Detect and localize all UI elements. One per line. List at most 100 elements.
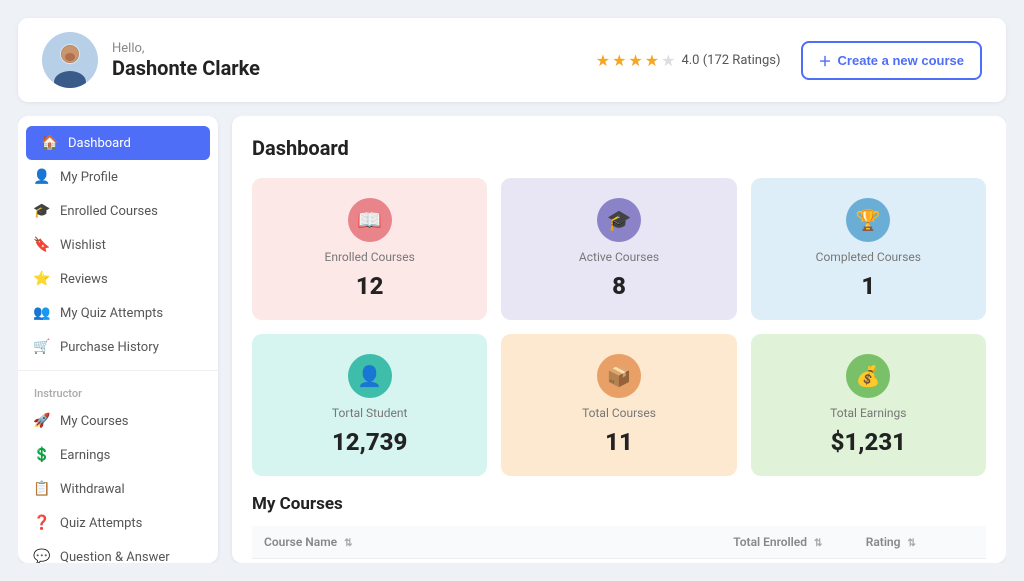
stats-grid: 📖 Enrolled Courses 12 🎓 Active Courses 8… — [252, 178, 986, 476]
sidebar-label-instructor-quiz: Quiz Attempts — [60, 516, 142, 531]
enrolled-icon: 🎓 — [34, 203, 50, 219]
greeting-hello: Hello, — [112, 41, 260, 56]
create-course-button[interactable]: ＋ Create a new course — [801, 41, 982, 80]
plus-icon: ＋ — [819, 51, 832, 70]
sidebar-label-wishlist: Wishlist — [60, 238, 106, 253]
students-stat-value: 12,739 — [332, 428, 407, 456]
header-greeting: Hello, Dashonte Clarke — [112, 41, 260, 80]
sidebar-divider-1 — [18, 370, 218, 371]
rating-text: 4.0 (172 Ratings) — [681, 53, 780, 68]
col-course-name-label: Course Name — [264, 535, 337, 549]
students-stat-label: Tortal Student — [332, 406, 407, 420]
content-panel: Dashboard 📖 Enrolled Courses 12 🎓 Active… — [232, 116, 1006, 563]
rating-stars: ★ ★ ★ ★ ★ — [596, 51, 676, 70]
sidebar-label-my-courses: My Courses — [60, 414, 129, 429]
stat-total-students: 👤 Tortal Student 12,739 — [252, 334, 487, 476]
earnings-stat-label: Total Earnings — [830, 406, 906, 420]
avatar — [42, 32, 98, 88]
header: Hello, Dashonte Clarke ★ ★ ★ ★ ★ 4.0 (17… — [18, 18, 1006, 102]
sort-icon-course-name[interactable]: ⇅ — [344, 538, 352, 549]
students-stat-icon: 👤 — [348, 354, 392, 398]
col-rating-label: Rating — [866, 535, 901, 549]
withdrawal-icon: 📋 — [34, 481, 50, 497]
sidebar-item-wishlist[interactable]: 🔖 Wishlist — [18, 228, 218, 262]
sidebar: 🏠 Dashboard 👤 My Profile 🎓 Enrolled Cour… — [18, 116, 218, 563]
rating-cell: ★ ★ ★ ★ ★ 4.0 — [854, 559, 986, 564]
sidebar-item-purchase-history[interactable]: 🛒 Purchase History — [18, 330, 218, 364]
instructor-quiz-icon: ❓ — [34, 515, 50, 531]
sidebar-item-question-answer[interactable]: 💬 Question & Answer — [18, 540, 218, 563]
earnings-stat-icon: 💰 — [846, 354, 890, 398]
completed-stat-value: 1 — [861, 272, 875, 300]
completed-stat-icon: 🏆 — [846, 198, 890, 242]
col-total-enrolled-label: Total Enrolled — [733, 535, 807, 549]
active-stat-label: Active Courses — [579, 250, 659, 264]
sidebar-item-enrolled-courses[interactable]: 🎓 Enrolled Courses — [18, 194, 218, 228]
sidebar-label-my-profile: My Profile — [60, 170, 118, 185]
dashboard-icon: 🏠 — [42, 135, 58, 151]
stat-active-courses: 🎓 Active Courses 8 — [501, 178, 736, 320]
table-row: Graphic Design Bootcamp: Advanced Traini… — [252, 559, 986, 564]
sidebar-item-my-profile[interactable]: 👤 My Profile — [18, 160, 218, 194]
page-title: Dashboard — [252, 136, 986, 160]
sidebar-label-dashboard: Dashboard — [68, 136, 131, 151]
rating-area: ★ ★ ★ ★ ★ 4.0 (172 Ratings) — [596, 51, 781, 70]
sidebar-label-quiz-attempts: My Quiz Attempts — [60, 306, 163, 321]
sidebar-label-enrolled-courses: Enrolled Courses — [60, 204, 158, 219]
courses-table: Course Name ⇅ Total Enrolled ⇅ Rating ⇅ — [252, 526, 986, 563]
wishlist-icon: 🔖 — [34, 237, 50, 253]
purchase-icon: 🛒 — [34, 339, 50, 355]
header-right: ★ ★ ★ ★ ★ 4.0 (172 Ratings) ＋ Create a n… — [596, 41, 982, 80]
earnings-stat-value: $1,231 — [831, 428, 906, 456]
my-courses-icon: 🚀 — [34, 413, 50, 429]
instructor-section-label: Instructor — [18, 377, 218, 404]
stat-completed-courses: 🏆 Completed Courses 1 — [751, 178, 986, 320]
quiz-attempts-icon: 👥 — [34, 305, 50, 321]
qa-icon: 💬 — [34, 549, 50, 563]
sidebar-item-instructor-quiz[interactable]: ❓ Quiz Attempts — [18, 506, 218, 540]
sidebar-item-dashboard[interactable]: 🏠 Dashboard — [26, 126, 210, 160]
enrolled-count-cell: 10 — [721, 559, 853, 564]
stat-enrolled-courses: 📖 Enrolled Courses 12 — [252, 178, 487, 320]
col-course-name: Course Name ⇅ — [252, 526, 721, 559]
stat-total-courses: 📦 Total Courses 11 — [501, 334, 736, 476]
star-5: ★ — [661, 51, 675, 70]
sidebar-label-question-answer: Question & Answer — [60, 550, 170, 564]
col-rating: Rating ⇅ — [854, 526, 986, 559]
earnings-icon: 💲 — [34, 447, 50, 463]
total-courses-stat-label: Total Courses — [582, 406, 656, 420]
my-courses-title: My Courses — [252, 494, 986, 514]
reviews-icon: ⭐ — [34, 271, 50, 287]
sidebar-label-earnings: Earnings — [60, 448, 110, 463]
sidebar-label-reviews: Reviews — [60, 272, 108, 287]
active-stat-icon: 🎓 — [597, 198, 641, 242]
sidebar-item-my-courses[interactable]: 🚀 My Courses — [18, 404, 218, 438]
user-name: Dashonte Clarke — [112, 56, 260, 80]
sort-icon-rating[interactable]: ⇅ — [907, 538, 915, 549]
main-layout: 🏠 Dashboard 👤 My Profile 🎓 Enrolled Cour… — [18, 116, 1006, 563]
table-header-row: Course Name ⇅ Total Enrolled ⇅ Rating ⇅ — [252, 526, 986, 559]
sidebar-item-reviews[interactable]: ⭐ Reviews — [18, 262, 218, 296]
enrolled-stat-icon: 📖 — [348, 198, 392, 242]
col-total-enrolled: Total Enrolled ⇅ — [721, 526, 853, 559]
total-courses-stat-value: 11 — [605, 428, 633, 456]
sidebar-item-earnings[interactable]: 💲 Earnings — [18, 438, 218, 472]
enrolled-stat-value: 12 — [356, 272, 384, 300]
course-name-cell: Graphic Design Bootcamp: Advanced Traini… — [252, 559, 721, 564]
header-left: Hello, Dashonte Clarke — [42, 32, 260, 88]
sort-icon-enrolled[interactable]: ⇅ — [814, 538, 822, 549]
completed-stat-label: Completed Courses — [816, 250, 921, 264]
total-courses-stat-icon: 📦 — [597, 354, 641, 398]
active-stat-value: 8 — [612, 272, 626, 300]
star-2: ★ — [612, 51, 626, 70]
sidebar-item-withdrawal[interactable]: 📋 Withdrawal — [18, 472, 218, 506]
sidebar-label-purchase-history: Purchase History — [60, 340, 159, 355]
enrolled-stat-label: Enrolled Courses — [325, 250, 415, 264]
sidebar-item-quiz-attempts[interactable]: 👥 My Quiz Attempts — [18, 296, 218, 330]
profile-icon: 👤 — [34, 169, 50, 185]
sidebar-label-withdrawal: Withdrawal — [60, 482, 125, 497]
star-4: ★ — [645, 51, 659, 70]
star-1: ★ — [596, 51, 610, 70]
stat-total-earnings: 💰 Total Earnings $1,231 — [751, 334, 986, 476]
star-3: ★ — [628, 51, 642, 70]
